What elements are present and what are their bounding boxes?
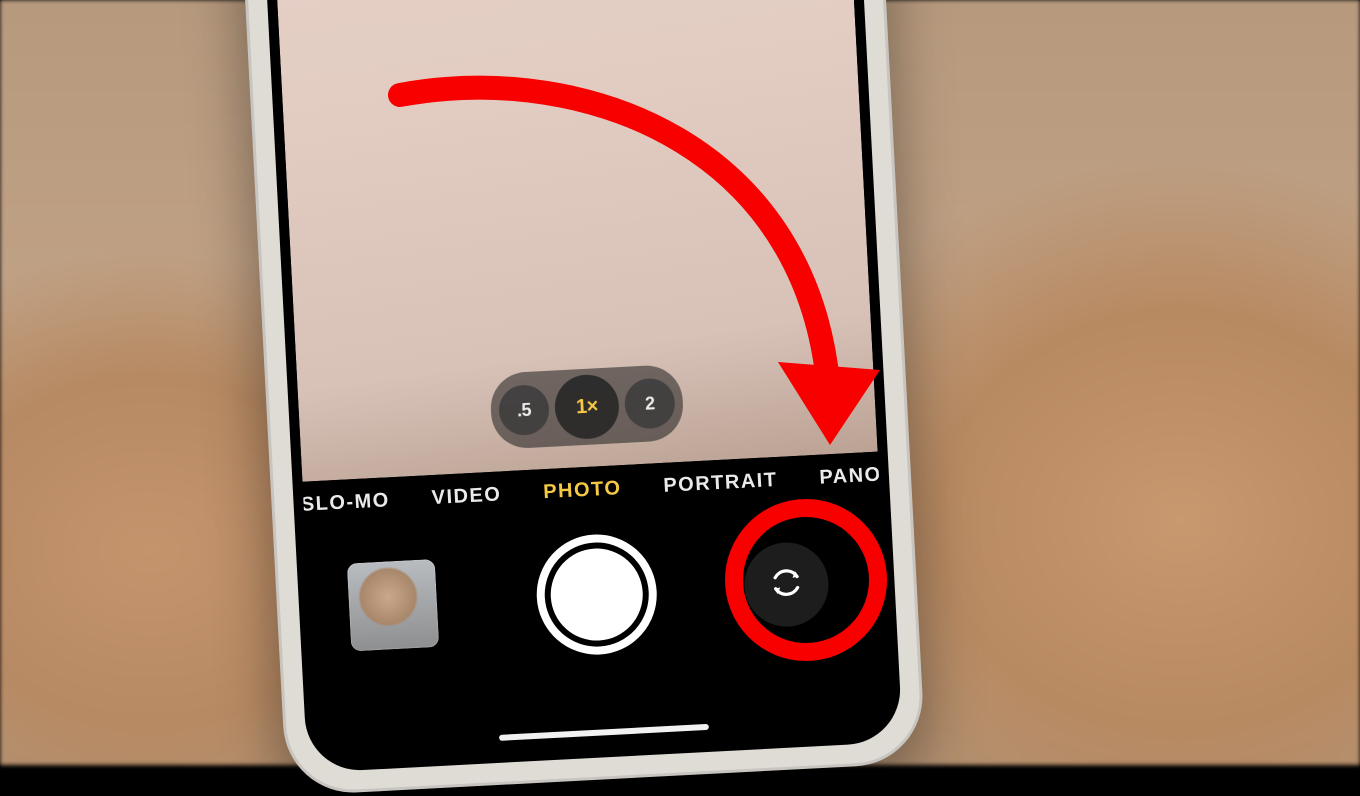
zoom-label: 1× bbox=[575, 395, 598, 419]
zoom-label: .5 bbox=[516, 399, 531, 421]
zoom-level-2x[interactable]: 2 bbox=[624, 377, 677, 430]
camera-mode-slomo[interactable]: SLO-MO bbox=[300, 489, 390, 517]
zoom-level-1x[interactable]: 1× bbox=[553, 373, 620, 440]
camera-lower-row bbox=[305, 510, 889, 700]
zoom-level-group: .5 1× 2 bbox=[489, 364, 685, 450]
camera-viewfinder: .5 1× 2 bbox=[268, 0, 878, 482]
camera-mode-pano[interactable]: PANO bbox=[819, 464, 882, 490]
flip-camera-button[interactable] bbox=[742, 540, 830, 628]
shutter-button-inner bbox=[548, 546, 645, 643]
camera-mode-photo[interactable]: PHOTO bbox=[543, 477, 622, 504]
phone-frame: .5 1× 2 SLO-MO VIDEO PHOTO PORTRAIT PA bbox=[257, 0, 903, 773]
camera-mode-video[interactable]: VIDEO bbox=[431, 483, 502, 510]
home-indicator[interactable] bbox=[499, 724, 709, 741]
flip-camera-icon bbox=[763, 559, 810, 610]
last-photo-thumbnail[interactable] bbox=[347, 559, 439, 651]
zoom-level-0-5x[interactable]: .5 bbox=[498, 384, 551, 437]
phone-screen: .5 1× 2 SLO-MO VIDEO PHOTO PORTRAIT PA bbox=[268, 0, 893, 762]
shutter-button[interactable] bbox=[534, 532, 660, 658]
zoom-label: 2 bbox=[645, 393, 656, 414]
camera-mode-portrait[interactable]: PORTRAIT bbox=[663, 469, 778, 498]
phone-body: .5 1× 2 SLO-MO VIDEO PHOTO PORTRAIT PA bbox=[234, 0, 926, 796]
camera-controls: SLO-MO VIDEO PHOTO PORTRAIT PANO bbox=[302, 452, 892, 763]
